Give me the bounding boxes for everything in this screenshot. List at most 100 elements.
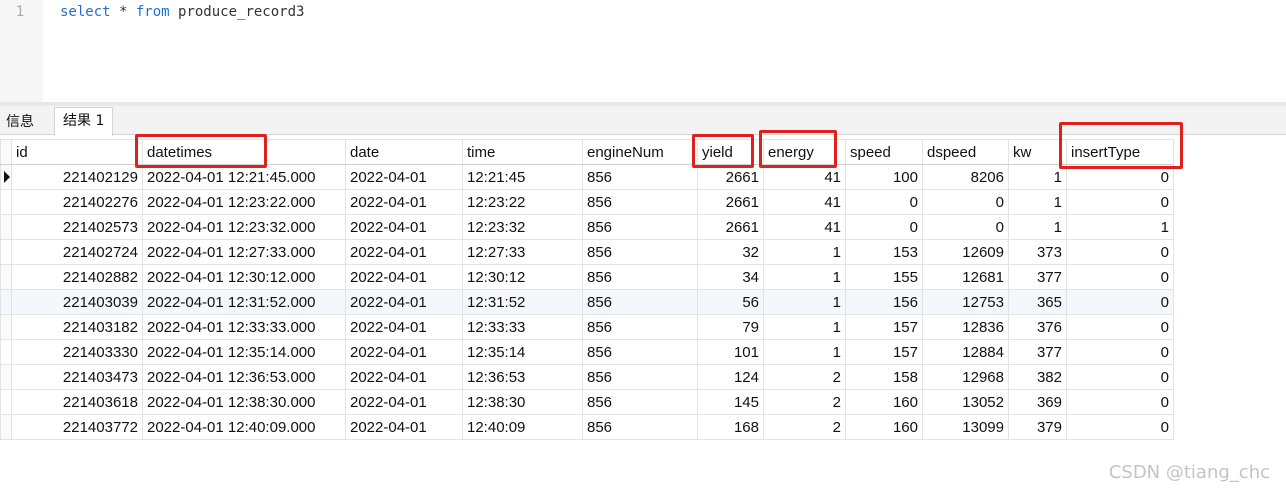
column-header-yield[interactable]: yield (697, 139, 764, 165)
cell-datetimes[interactable]: 2022-04-01 12:40:09.000 (142, 414, 346, 440)
column-header-date[interactable]: date (345, 139, 463, 165)
cell-id[interactable]: 221403039 (11, 289, 143, 315)
row-marker[interactable] (0, 339, 12, 365)
cell-date[interactable]: 2022-04-01 (345, 389, 463, 415)
cell-dspeed[interactable]: 12884 (922, 339, 1009, 365)
cell-speed[interactable]: 100 (845, 164, 923, 190)
table-row[interactable]: 221402882 2022-04-01 12:30:12.000 2022-04-… (0, 264, 1174, 290)
cell-dspeed[interactable]: 12681 (922, 264, 1009, 290)
cell-time[interactable]: 12:23:22 (462, 189, 583, 215)
cell-enginenum[interactable]: 856 (582, 189, 698, 215)
cell-inserttype[interactable]: 0 (1066, 414, 1174, 440)
cell-time[interactable]: 12:33:33 (462, 314, 583, 340)
cell-yield[interactable]: 101 (697, 339, 764, 365)
cell-dspeed[interactable]: 13052 (922, 389, 1009, 415)
cell-time[interactable]: 12:35:14 (462, 339, 583, 365)
column-header-id[interactable]: id (11, 139, 143, 165)
cell-time[interactable]: 12:31:52 (462, 289, 583, 315)
cell-datetimes[interactable]: 2022-04-01 12:36:53.000 (142, 364, 346, 390)
cell-kw[interactable]: 382 (1008, 364, 1067, 390)
cell-energy[interactable]: 2 (763, 414, 846, 440)
cell-id[interactable]: 221403618 (11, 389, 143, 415)
column-header-energy[interactable]: energy (763, 139, 846, 165)
cell-yield[interactable]: 2661 (697, 214, 764, 240)
cell-id[interactable]: 221402276 (11, 189, 143, 215)
cell-energy[interactable]: 1 (763, 239, 846, 265)
cell-speed[interactable]: 160 (845, 389, 923, 415)
cell-enginenum[interactable]: 856 (582, 289, 698, 315)
cell-inserttype[interactable]: 1 (1066, 214, 1174, 240)
cell-id[interactable]: 221403772 (11, 414, 143, 440)
cell-speed[interactable]: 160 (845, 414, 923, 440)
cell-speed[interactable]: 156 (845, 289, 923, 315)
cell-speed[interactable]: 0 (845, 214, 923, 240)
cell-date[interactable]: 2022-04-01 (345, 164, 463, 190)
cell-inserttype[interactable]: 0 (1066, 189, 1174, 215)
cell-yield[interactable]: 56 (697, 289, 764, 315)
sql-editor[interactable]: 1 select * from produce_record3 (0, 0, 1286, 102)
cell-inserttype[interactable]: 0 (1066, 364, 1174, 390)
row-marker[interactable] (0, 189, 12, 215)
cell-energy[interactable]: 41 (763, 164, 846, 190)
row-marker[interactable] (0, 164, 12, 190)
cell-id[interactable]: 221403182 (11, 314, 143, 340)
cell-enginenum[interactable]: 856 (582, 414, 698, 440)
table-row[interactable]: 221403772 2022-04-01 12:40:09.000 2022-04-… (0, 414, 1174, 440)
cell-datetimes[interactable]: 2022-04-01 12:35:14.000 (142, 339, 346, 365)
cell-speed[interactable]: 0 (845, 189, 923, 215)
cell-date[interactable]: 2022-04-01 (345, 339, 463, 365)
cell-energy[interactable]: 1 (763, 314, 846, 340)
cell-yield[interactable]: 2661 (697, 164, 764, 190)
cell-enginenum[interactable]: 856 (582, 389, 698, 415)
cell-enginenum[interactable]: 856 (582, 164, 698, 190)
row-marker[interactable] (0, 364, 12, 390)
cell-yield[interactable]: 2661 (697, 189, 764, 215)
cell-yield[interactable]: 79 (697, 314, 764, 340)
table-row[interactable]: 221402276 2022-04-01 12:23:22.000 2022-04-… (0, 189, 1174, 215)
row-marker[interactable] (0, 414, 12, 440)
cell-kw[interactable]: 1 (1008, 214, 1067, 240)
cell-datetimes[interactable]: 2022-04-01 12:23:32.000 (142, 214, 346, 240)
cell-dspeed[interactable]: 13099 (922, 414, 1009, 440)
cell-kw[interactable]: 365 (1008, 289, 1067, 315)
cell-date[interactable]: 2022-04-01 (345, 239, 463, 265)
cell-time[interactable]: 12:23:32 (462, 214, 583, 240)
cell-date[interactable]: 2022-04-01 (345, 364, 463, 390)
cell-yield[interactable]: 168 (697, 414, 764, 440)
cell-date[interactable]: 2022-04-01 (345, 414, 463, 440)
cell-kw[interactable]: 1 (1008, 164, 1067, 190)
column-header-enginenum[interactable]: engineNum (582, 139, 698, 165)
cell-speed[interactable]: 153 (845, 239, 923, 265)
cell-speed[interactable]: 155 (845, 264, 923, 290)
cell-kw[interactable]: 377 (1008, 339, 1067, 365)
tab-info[interactable]: 信息 (6, 109, 34, 136)
cell-dspeed[interactable]: 0 (922, 214, 1009, 240)
column-header-dspeed[interactable]: dspeed (922, 139, 1009, 165)
cell-inserttype[interactable]: 0 (1066, 389, 1174, 415)
table-row[interactable]: 221402129 2022-04-01 12:21:45.000 2022-04-… (0, 164, 1174, 190)
row-marker[interactable] (0, 389, 12, 415)
table-row[interactable]: 221403039 2022-04-01 12:31:52.000 2022-04-… (0, 289, 1174, 315)
cell-yield[interactable]: 124 (697, 364, 764, 390)
cell-id[interactable]: 221403473 (11, 364, 143, 390)
cell-kw[interactable]: 379 (1008, 414, 1067, 440)
cell-inserttype[interactable]: 0 (1066, 164, 1174, 190)
cell-kw[interactable]: 1 (1008, 189, 1067, 215)
cell-yield[interactable]: 34 (697, 264, 764, 290)
cell-kw[interactable]: 377 (1008, 264, 1067, 290)
cell-kw[interactable]: 373 (1008, 239, 1067, 265)
cell-date[interactable]: 2022-04-01 (345, 289, 463, 315)
cell-time[interactable]: 12:38:30 (462, 389, 583, 415)
cell-yield[interactable]: 32 (697, 239, 764, 265)
cell-energy[interactable]: 2 (763, 389, 846, 415)
table-row[interactable]: 221403618 2022-04-01 12:38:30.000 2022-04-… (0, 389, 1174, 415)
tab-result-1[interactable]: 结果 1 (54, 107, 114, 136)
cell-energy[interactable]: 41 (763, 214, 846, 240)
cell-time[interactable]: 12:27:33 (462, 239, 583, 265)
cell-datetimes[interactable]: 2022-04-01 12:21:45.000 (142, 164, 346, 190)
cell-yield[interactable]: 145 (697, 389, 764, 415)
cell-enginenum[interactable]: 856 (582, 364, 698, 390)
cell-inserttype[interactable]: 0 (1066, 339, 1174, 365)
cell-id[interactable]: 221403330 (11, 339, 143, 365)
table-row[interactable]: 221403473 2022-04-01 12:36:53.000 2022-04-… (0, 364, 1174, 390)
